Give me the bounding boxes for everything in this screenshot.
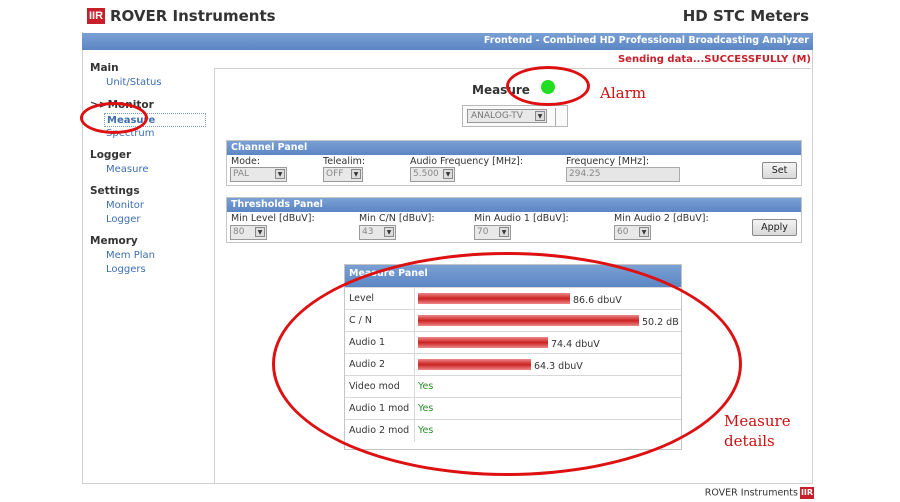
top-header: IIR ROVER Instruments HD STC Meters	[82, 2, 813, 32]
min-cn-label: Min C/N [dBuV]:	[359, 213, 435, 224]
min-audio1-value: 70	[477, 227, 489, 237]
signal-mode-select[interactable]: ANALOG-TV ▼	[467, 109, 547, 123]
signal-mode-select-wrapper: ANALOG-TV ▼	[462, 105, 568, 127]
rover-logo-icon: IIR	[800, 487, 814, 499]
min-audio2-select[interactable]: 60 ▼	[614, 225, 651, 240]
frequency-input[interactable]: 294.25	[566, 167, 680, 182]
min-level-value: 80	[233, 227, 245, 237]
min-audio1-select[interactable]: 70 ▼	[474, 225, 511, 240]
chevron-down-icon[interactable]: ▼	[351, 169, 361, 179]
sidebar-item-unit-status[interactable]: Unit/Status	[90, 76, 210, 90]
min-level-select[interactable]: 80 ▼	[230, 225, 267, 240]
apply-button[interactable]: Apply	[752, 219, 797, 236]
sidebar-group-logger: Logger	[90, 149, 132, 161]
alarm-highlight-ring	[506, 66, 590, 106]
sidebar-item-settings-monitor[interactable]: Monitor	[90, 199, 210, 213]
divider	[555, 108, 556, 126]
measure-highlight-ring	[80, 102, 148, 134]
sidebar-nav: Main Unit/Status >>Monitor Measure Spect…	[90, 62, 210, 277]
sidebar-item-loggers[interactable]: Loggers	[90, 263, 210, 277]
sidebar-item-logger-measure[interactable]: Measure	[90, 163, 210, 177]
channel-panel-title: Channel Panel	[227, 141, 801, 155]
min-cn-value: 43	[362, 227, 374, 237]
chevron-down-icon[interactable]: ▼	[499, 227, 509, 237]
telealim-value: OFF	[326, 169, 344, 179]
chevron-down-icon[interactable]: ▼	[639, 227, 649, 237]
telealim-label: Telealim:	[323, 156, 366, 167]
sidebar-group-settings: Settings	[90, 185, 140, 197]
measure-panel-highlight-ring	[272, 252, 742, 476]
audio-frequency-value: 5.500	[413, 169, 439, 179]
sidebar-group-main: Main	[90, 62, 119, 74]
audio-frequency-select[interactable]: 5.500 ▼	[410, 167, 455, 182]
rover-logo-icon: IIR	[87, 8, 105, 24]
subtitle-bar: Frontend - Combined HD Professional Broa…	[82, 33, 813, 50]
min-audio1-label: Min Audio 1 [dBuV]:	[474, 213, 569, 224]
footer-text: ROVER Instruments	[704, 487, 798, 499]
mode-value: PAL	[233, 169, 250, 179]
sidebar-group-memory: Memory	[90, 235, 138, 247]
chevron-down-icon[interactable]: ▼	[255, 227, 265, 237]
status-message: Sending data...SUCCESSFULLY (M)	[617, 54, 811, 65]
thresholds-panel-title: Thresholds Panel	[227, 198, 801, 212]
mode-select[interactable]: PAL ▼	[230, 167, 287, 182]
footer: ROVER Instruments IIR	[705, 487, 814, 499]
sidebar-item-settings-logger[interactable]: Logger	[90, 213, 210, 227]
annotation-alarm: Alarm	[600, 84, 646, 102]
min-level-label: Min Level [dBuV]:	[231, 213, 315, 224]
audio-frequency-label: Audio Frequency [MHz]:	[410, 156, 524, 167]
mode-label: Mode:	[231, 156, 261, 167]
set-button[interactable]: Set	[762, 162, 797, 179]
min-audio2-label: Min Audio 2 [dBuV]:	[614, 213, 709, 224]
annotation-measure-details-line2: details	[724, 432, 775, 450]
min-cn-select[interactable]: 43 ▼	[359, 225, 396, 240]
chevron-down-icon[interactable]: ▼	[535, 111, 545, 121]
min-audio2-value: 60	[617, 227, 629, 237]
chevron-down-icon[interactable]: ▼	[384, 227, 394, 237]
telealim-select[interactable]: OFF ▼	[323, 167, 363, 182]
chevron-down-icon[interactable]: ▼	[443, 169, 453, 179]
frequency-label: Frequency [MHz]:	[566, 156, 650, 167]
chevron-down-icon[interactable]: ▼	[275, 169, 285, 179]
annotation-measure-details-line1: Measure	[724, 412, 791, 430]
brand-name: ROVER Instruments	[110, 7, 276, 25]
signal-mode-value: ANALOG-TV	[471, 111, 523, 121]
sidebar-item-mem-plan[interactable]: Mem Plan	[90, 249, 210, 263]
subtitle-text: Frontend - Combined HD Professional Broa…	[483, 35, 809, 46]
product-name: HD STC Meters	[682, 7, 809, 25]
